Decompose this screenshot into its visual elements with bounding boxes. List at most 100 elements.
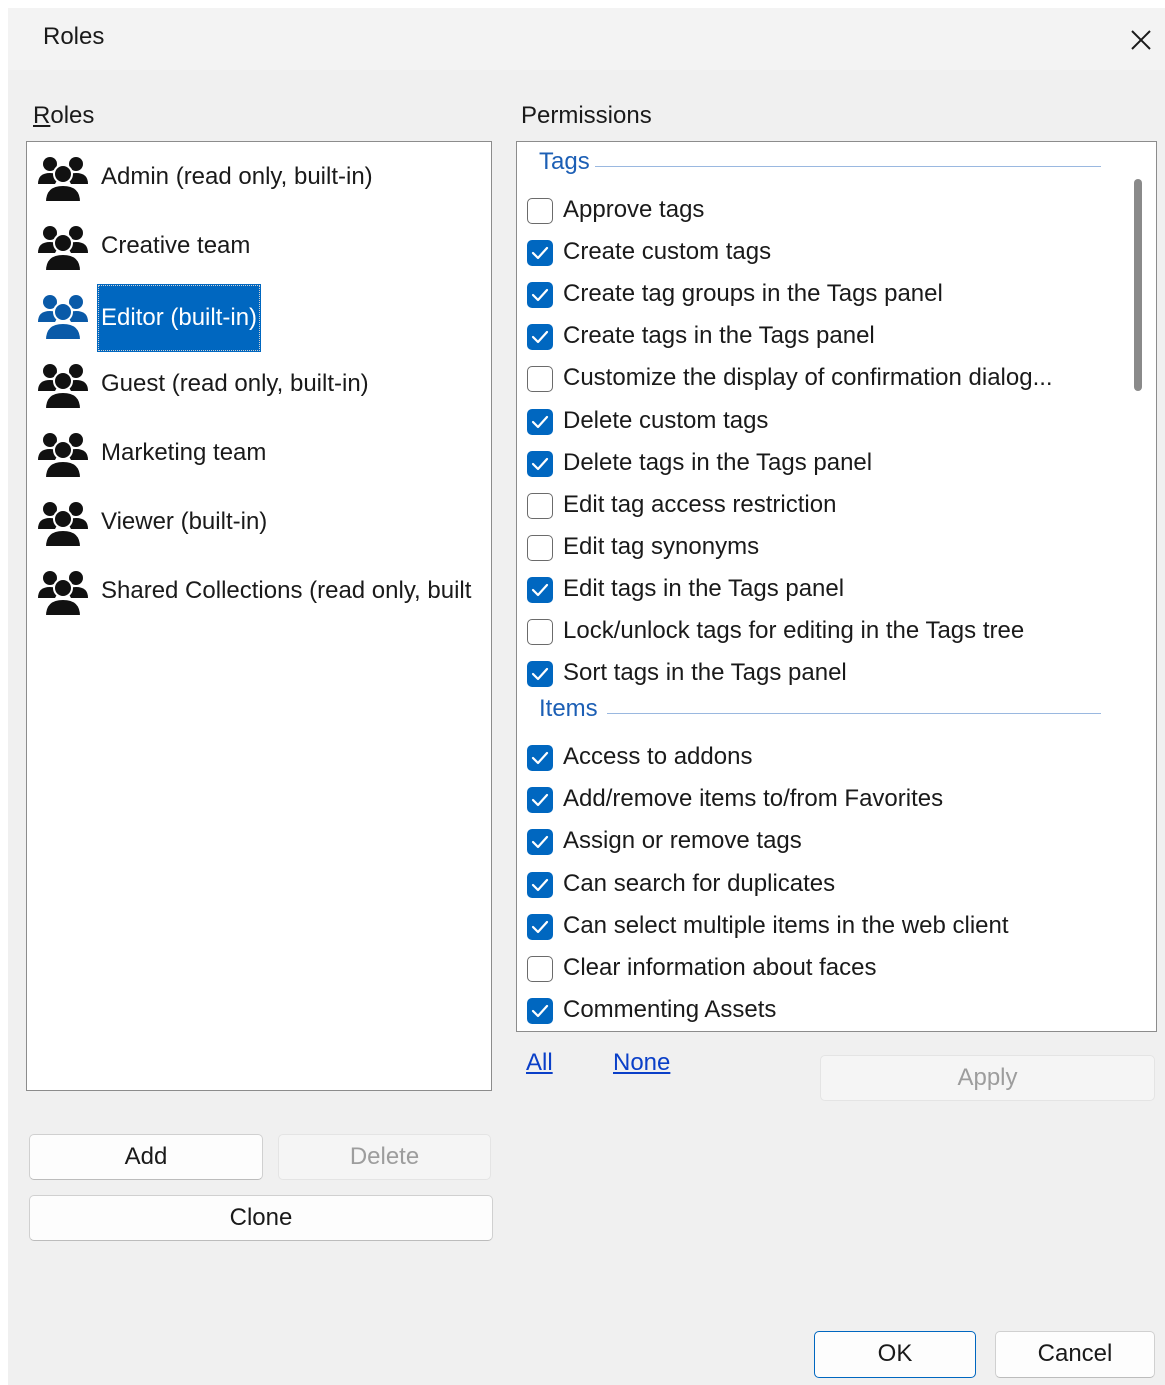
permission-item[interactable]: Delete custom tags [525,401,1125,441]
group-separator [595,166,1101,167]
cancel-button[interactable]: Cancel [995,1331,1155,1378]
role-item[interactable]: Shared Collections (read only, built [35,560,491,622]
permission-checkbox[interactable] [527,745,553,772]
permission-label: Create tags in the Tags panel [563,322,875,350]
permission-item[interactable]: Lock/unlock tags for editing in the Tags… [525,611,1125,651]
permission-label: Access to addons [563,743,753,771]
apply-button[interactable]: Apply [820,1055,1155,1101]
permission-item[interactable]: Edit tag synonyms [525,527,1125,567]
permission-label: Assign or remove tags [563,827,802,855]
permission-checkbox[interactable] [527,619,553,645]
delete-button[interactable]: Delete [278,1134,491,1180]
permissions-section-label: Permissions [521,102,652,129]
permission-checkbox[interactable] [527,534,553,561]
permission-label: Edit tag access restriction [563,490,837,518]
permission-item[interactable]: Approve tags [525,190,1125,230]
permission-item[interactable]: Create tags in the Tags panel [525,316,1125,356]
permission-item[interactable]: Create tag groups in the Tags panel [525,274,1125,314]
role-item-label: Creative team [101,232,251,259]
permission-item[interactable]: Can select multiple items in the web cli… [525,906,1125,946]
checkmark-icon [531,794,549,807]
permission-checkbox[interactable] [527,913,553,940]
permission-item[interactable]: Commenting Assets [525,990,1125,1030]
permission-item[interactable]: Can search for duplicates [525,864,1125,904]
permission-checkbox[interactable] [527,829,553,856]
permission-label: Commenting Assets [563,995,777,1023]
permission-checkbox[interactable] [527,240,553,267]
permission-label: Delete custom tags [563,406,769,434]
permission-label: Create custom tags [563,238,772,266]
users-group-icon [38,295,88,341]
permission-label: Clear information about faces [563,953,877,981]
permission-checkbox[interactable] [527,787,553,814]
checkmark-icon [531,331,549,344]
permission-checkbox[interactable] [527,576,553,603]
permission-item[interactable]: Sort tags in the Tags panel [525,653,1125,693]
role-item-label: Editor (built-in) [97,284,262,352]
permission-checkbox[interactable] [527,450,553,477]
permission-label: Lock/unlock tags for editing in the Tags… [563,617,1025,644]
close-icon [1131,30,1151,50]
permission-item[interactable]: Edit tags in the Tags panel [525,569,1125,609]
permission-checkbox[interactable] [527,282,553,309]
permission-checkbox[interactable] [527,198,553,224]
permission-label: Can select multiple items in the web cli… [563,911,1009,939]
role-item[interactable]: Editor (built-in) [35,284,491,352]
role-item[interactable]: Admin (read only, built-in) [35,146,491,208]
checkmark-icon [531,583,549,596]
checkmark-icon [531,1004,549,1017]
checkmark-icon [531,667,549,681]
permission-checkbox[interactable] [527,661,553,688]
select-none-link[interactable]: None [613,1049,670,1077]
permission-checkbox[interactable] [527,324,553,351]
permission-label: Add/remove items to/from Favorites [563,785,944,813]
group-separator [607,713,1101,715]
role-item[interactable]: Marketing team [35,422,491,484]
role-item[interactable]: Creative team [35,215,491,277]
permission-label: Edit tags in the Tags panel [563,574,845,602]
permission-checkbox[interactable] [527,871,553,898]
add-button[interactable]: Add [29,1134,263,1180]
checkmark-icon [531,752,549,765]
checkmark-icon [531,878,549,891]
ok-button[interactable]: OK [814,1331,976,1378]
permission-checkbox[interactable] [527,492,553,519]
users-group-icon [38,226,88,272]
users-group-icon [38,571,88,617]
role-item[interactable]: Guest (read only, built-in) [35,353,491,415]
permission-checkbox[interactable] [527,366,553,393]
permission-checkbox[interactable] [527,408,553,435]
permissions-list[interactable]: Tags Approve tags Create custom tags Create… [516,141,1157,1032]
permission-item[interactable]: Clear information about faces [525,948,1125,988]
clone-button[interactable]: Clone [29,1195,493,1241]
permission-label: Delete tags in the Tags panel [563,448,873,476]
dialog-content: Roles Permissions Admin (read only, buil… [8,70,1165,1385]
checkmark-icon [531,415,549,428]
select-all-link[interactable]: All [526,1049,553,1077]
permission-item[interactable]: Create custom tags [525,232,1125,272]
permission-checkbox[interactable] [527,955,553,982]
checkmark-icon [531,920,549,933]
role-item-label: Admin (read only, built-in) [101,163,373,190]
users-group-icon [38,502,88,548]
users-group-icon [38,433,88,479]
role-item-label: Guest (read only, built-in) [101,370,369,397]
permission-item[interactable]: Assign or remove tags [525,821,1125,861]
close-button[interactable] [1123,22,1159,58]
permission-item[interactable]: Delete tags in the Tags panel [525,443,1125,483]
permission-item[interactable]: Access to addons [525,737,1125,777]
roles-list[interactable]: Admin (read only, built-in) Creative team… [26,141,492,1091]
permission-item[interactable]: Edit tag access restriction [525,485,1125,525]
checkmark-icon [531,836,549,849]
permissions-scrollbar[interactable] [1120,142,1156,1031]
users-group-icon [38,157,88,203]
scrollbar-thumb[interactable] [1134,179,1142,391]
role-item-label: Shared Collections (read only, built [101,577,472,604]
permission-checkbox[interactable] [527,997,553,1024]
role-item[interactable]: Viewer (built-in) [35,491,491,553]
permission-label: Customize the display of confirmation di… [563,364,1053,392]
permission-item[interactable]: Add/remove items to/from Favorites [525,779,1125,819]
role-item-label: Viewer (built-in) [101,508,268,535]
permission-item[interactable]: Customize the display of confirmation di… [525,358,1125,398]
permission-group-header: Tags [539,148,590,175]
